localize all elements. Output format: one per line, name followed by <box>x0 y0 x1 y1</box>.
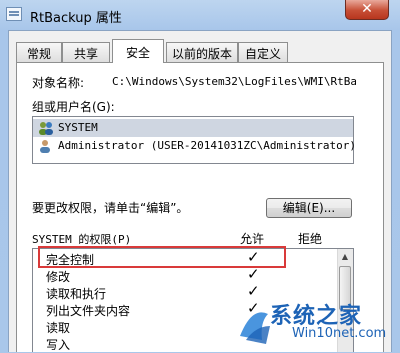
edit-button[interactable]: 编辑(E)... <box>266 198 352 218</box>
tab-general[interactable]: 常规 <box>16 42 62 62</box>
title-bar[interactable]: RtBackup 属性 <box>0 0 400 30</box>
list-item[interactable] <box>38 139 54 156</box>
permissions-header: SYSTEM 的权限(P) <box>32 233 132 246</box>
close-button[interactable]: ✕ <box>345 0 389 20</box>
tab-security[interactable]: 安全 <box>112 39 164 63</box>
scroll-up-arrow-icon[interactable]: ▲ <box>338 250 352 264</box>
user-icon <box>40 140 50 153</box>
tab-sharing[interactable]: 共享 <box>62 42 110 62</box>
allow-column-header: 允许 <box>240 232 265 246</box>
change-permissions-hint: 要更改权限，请单击“编辑”。 <box>32 201 189 215</box>
users-group-icon <box>39 122 53 135</box>
red-highlight-box <box>38 246 286 268</box>
user-name-system: SYSTEM <box>58 121 98 134</box>
folder-properties-icon <box>6 7 22 21</box>
permission-name: 修改 <box>46 270 71 284</box>
object-name-value: C:\Windows\System32\LogFiles\WMI\RtBacku <box>112 75 356 88</box>
tab-customize[interactable]: 自定义 <box>238 42 288 62</box>
user-name-administrator: Administrator (USER-20141031ZC\Administr… <box>58 139 357 152</box>
permission-name: 列出文件夹内容 <box>46 304 131 318</box>
permission-name: 写入 <box>46 338 71 352</box>
object-name-label: 对象名称: <box>32 76 85 90</box>
list-item[interactable] <box>38 121 54 138</box>
permission-name: 读取和执行 <box>46 287 107 301</box>
group-or-user-label: 组或用户名(G): <box>32 100 115 114</box>
permission-name: 读取 <box>46 321 71 335</box>
deny-column-header: 拒绝 <box>298 232 323 246</box>
window-title: RtBackup 属性 <box>30 11 122 26</box>
watermark-url: Win10net.com <box>292 326 387 341</box>
tab-previous-versions[interactable]: 以前的版本 <box>166 42 238 62</box>
